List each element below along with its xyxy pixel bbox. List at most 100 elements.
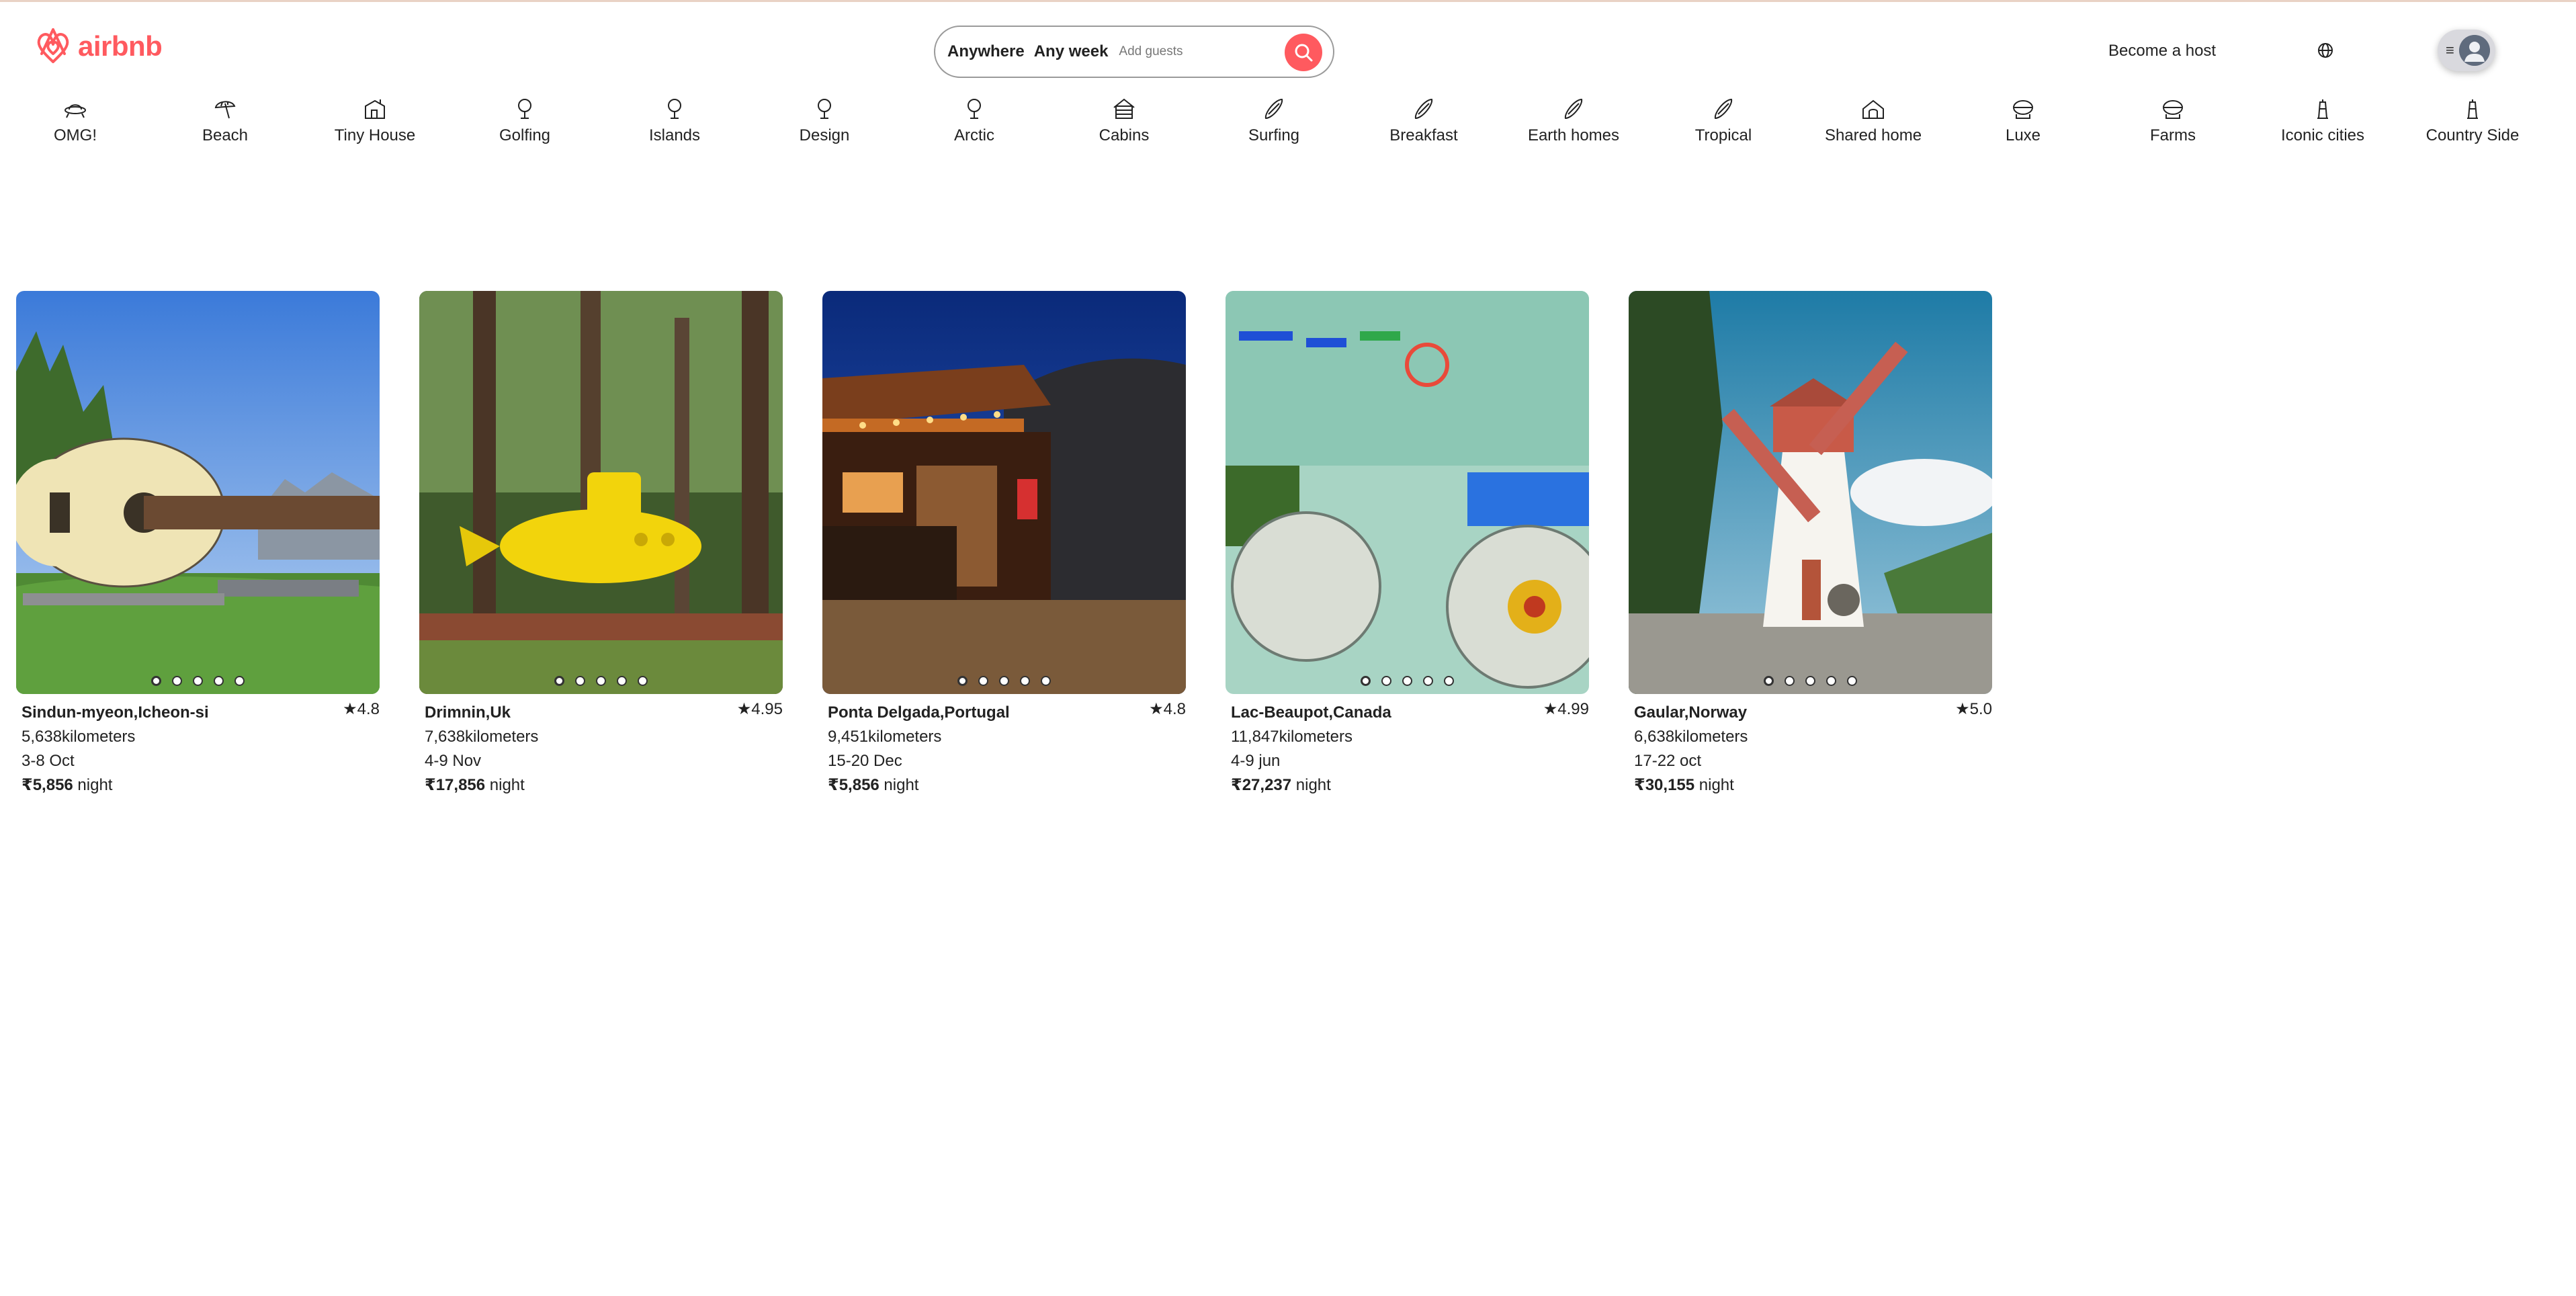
price-unit: night [879, 776, 919, 794]
photo-dot[interactable] [234, 676, 245, 686]
category-label: Shared home [1824, 126, 1922, 144]
category-islands[interactable]: Islands [607, 95, 742, 145]
star-icon: ★ [1543, 700, 1558, 718]
listing-price: ₹30,155 [1634, 776, 1695, 794]
photo-dot[interactable] [1041, 676, 1051, 686]
tropical-icon [1714, 98, 1733, 120]
listing-photo[interactable] [1629, 291, 1992, 694]
category-tropical[interactable]: Tropical [1656, 95, 1791, 145]
become-a-host-link[interactable]: Become a host [2108, 42, 2216, 60]
airbnb-logo[interactable]: airbnb [35, 27, 163, 66]
airbnb-logo-text: airbnb [78, 30, 163, 62]
photo-dot[interactable] [214, 676, 224, 686]
category-label: Cabins [1099, 126, 1150, 144]
photo-dot[interactable] [999, 676, 1009, 686]
photo-dot[interactable] [957, 676, 968, 686]
price-unit: night [1291, 776, 1331, 794]
listing-photo[interactable] [822, 291, 1186, 694]
photo-dot[interactable] [554, 676, 564, 686]
category-label: Iconic cities [2280, 126, 2365, 144]
cabin-icon [1113, 98, 1135, 119]
listing-distance: 6,638kilometers [1634, 728, 1748, 746]
category-shared-home[interactable]: Shared home [1806, 95, 1940, 145]
listing-card[interactable]: Drimnin,Uk ★4.95 7,638kilometers 4-9 Nov… [419, 291, 783, 797]
photo-dot[interactable] [1785, 676, 1795, 686]
listing-dates: 4-9 Nov [425, 752, 482, 770]
category-label: Farms [2150, 126, 2196, 144]
photo-dot[interactable] [596, 676, 606, 686]
photo-dot[interactable] [638, 676, 648, 686]
search-add-guests[interactable]: Add guests [1119, 44, 1183, 59]
globe-icon[interactable] [2317, 42, 2334, 59]
photo-dot[interactable] [978, 676, 988, 686]
hamburger-icon: ≡ [2446, 42, 2454, 58]
category-country-side[interactable]: Country Side [2405, 95, 2540, 145]
rating-value: 5.0 [1969, 700, 1992, 718]
profile-menu-button[interactable]: ≡ [2438, 30, 2495, 71]
photo-dot[interactable] [1805, 676, 1815, 686]
star-icon: ★ [1149, 700, 1164, 718]
category-iconic-cities[interactable]: Iconic cities [2256, 95, 2390, 145]
search-any-week[interactable]: Any week [1034, 42, 1109, 61]
luxe-icon [2013, 100, 2033, 119]
category-label: Beach [202, 126, 249, 144]
listing-card[interactable]: Ponta Delgada,Portugal ★4.8 9,451kilomet… [822, 291, 1186, 797]
category-tiny-house[interactable]: Tiny House [308, 95, 442, 145]
photo-dot[interactable] [1020, 676, 1030, 686]
farm-icon [2163, 100, 2183, 119]
listing-rating: ★4.8 [1149, 699, 1186, 719]
listing-dates: 17-22 oct [1634, 752, 1702, 770]
island-icon [668, 99, 681, 119]
rating-value: 4.8 [357, 700, 380, 718]
photo-dot[interactable] [1444, 676, 1454, 686]
category-arctic[interactable]: Arctic [907, 95, 1041, 145]
category-label: Design [799, 126, 850, 144]
photo-dot[interactable] [151, 676, 161, 686]
beach-umbrella-icon [214, 101, 236, 119]
listing-photo[interactable] [419, 291, 783, 694]
listing-location: Gaular,Norway [1634, 703, 1748, 722]
listing-distance: 9,451kilometers [828, 728, 942, 746]
photo-dot[interactable] [1381, 676, 1391, 686]
listing-photo[interactable] [16, 291, 380, 694]
listing-card[interactable]: Lac-Beaupot,Canada ★4.99 11,847kilometer… [1226, 291, 1589, 797]
category-design[interactable]: Design [757, 95, 892, 145]
search-anywhere[interactable]: Anywhere [947, 42, 1025, 61]
lit-cabin-image [822, 291, 1186, 694]
price-unit: night [485, 776, 525, 794]
listing-distance: 7,638kilometers [425, 728, 539, 746]
category-farms[interactable]: Farms [2106, 95, 2240, 145]
photo-pagination-dots [822, 676, 1186, 686]
photo-dot[interactable] [1826, 676, 1836, 686]
photo-dot[interactable] [1423, 676, 1433, 686]
photo-dot[interactable] [617, 676, 627, 686]
category-label: Country Side [2425, 126, 2520, 144]
ufo-icon [65, 104, 86, 118]
category-surfing[interactable]: Surfing [1207, 95, 1341, 145]
listing-photo[interactable] [1226, 291, 1589, 694]
photo-dot[interactable] [1847, 676, 1857, 686]
category-omg[interactable]: OMG! [8, 95, 142, 145]
listing-card[interactable]: Gaular,Norway ★5.0 6,638kilometers 17-22… [1629, 291, 1992, 797]
photo-dot[interactable] [193, 676, 203, 686]
photo-dot[interactable] [575, 676, 585, 686]
listing-info: Lac-Beaupot,Canada ★4.99 11,847kilometer… [1226, 694, 1589, 797]
category-label: Tropical [1694, 126, 1752, 144]
category-golfing[interactable]: Golfing [458, 95, 592, 145]
category-cabins[interactable]: Cabins [1057, 95, 1191, 145]
listing-card[interactable]: Sindun-myeon,Icheon-si ★4.8 5,638kilomet… [16, 291, 380, 797]
photo-dot[interactable] [172, 676, 182, 686]
search-bar[interactable]: Anywhere Any week Add guests [934, 26, 1334, 78]
listing-rating: ★4.95 [737, 699, 783, 719]
search-button[interactable] [1285, 34, 1322, 71]
category-luxe[interactable]: Luxe [1956, 95, 2090, 145]
photo-dot[interactable] [1402, 676, 1412, 686]
category-breakfast[interactable]: Breakfast [1357, 95, 1491, 145]
photo-dot[interactable] [1361, 676, 1371, 686]
listing-price-line: ₹27,237 night [1231, 773, 1584, 797]
category-beach[interactable]: Beach [158, 95, 292, 145]
category-bar: OMG! Beach Tiny House Golfing Islands De… [0, 95, 2576, 156]
surfboard-icon [1264, 98, 1283, 120]
category-earth-homes[interactable]: Earth homes [1506, 95, 1641, 145]
photo-dot[interactable] [1764, 676, 1774, 686]
